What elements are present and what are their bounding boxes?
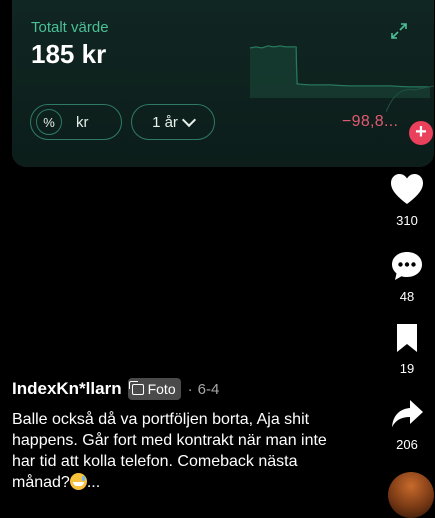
separator: · [187, 380, 193, 398]
percent-option[interactable]: % [36, 109, 62, 135]
post-author-row: IndexKn*llarn Foto · 6-4 [12, 378, 219, 400]
like-count: 310 [396, 213, 418, 228]
plus-icon[interactable]: + [409, 121, 433, 145]
avatar[interactable] [388, 472, 434, 518]
chevron-down-icon [181, 112, 196, 127]
period-label: 1 år [152, 113, 178, 131]
portfolio-card[interactable]: Totalt värde 185 kr % kr 1 år −98,8... + [12, 0, 434, 167]
bookmark-button[interactable]: 19 [385, 322, 429, 376]
share-icon [392, 400, 423, 427]
photo-badge: Foto [127, 378, 181, 400]
photo-badge-label: Foto [147, 381, 176, 397]
caption-text: Balle också då va portföljen borta, Aja … [12, 411, 327, 491]
total-value-label: Totalt värde [31, 19, 109, 36]
bookmark-icon [397, 324, 417, 352]
author-name[interactable]: IndexKn*llarn [12, 379, 122, 399]
heart-icon [391, 174, 423, 204]
save-count: 19 [399, 361, 415, 376]
share-button[interactable]: 206 [385, 398, 429, 452]
post-date: 6-4 [197, 380, 220, 398]
caption-more[interactable]: ... [87, 474, 100, 491]
comment-button[interactable]: 48 [385, 250, 429, 304]
mini-chart [386, 85, 434, 113]
total-value: 185 kr [31, 39, 107, 69]
comment-count: 48 [399, 289, 415, 304]
sweat-smile-emoji [69, 473, 87, 490]
like-button[interactable]: 310 [385, 172, 429, 228]
post-caption[interactable]: Balle också då va portföljen borta, Aja … [12, 409, 342, 493]
photo-icon [128, 380, 144, 395]
comment-icon [392, 252, 422, 280]
unit-toggle[interactable]: % kr [30, 104, 122, 140]
currency-option[interactable]: kr [76, 114, 89, 131]
period-selector[interactable]: 1 år [131, 104, 215, 140]
share-count: 206 [396, 437, 418, 452]
